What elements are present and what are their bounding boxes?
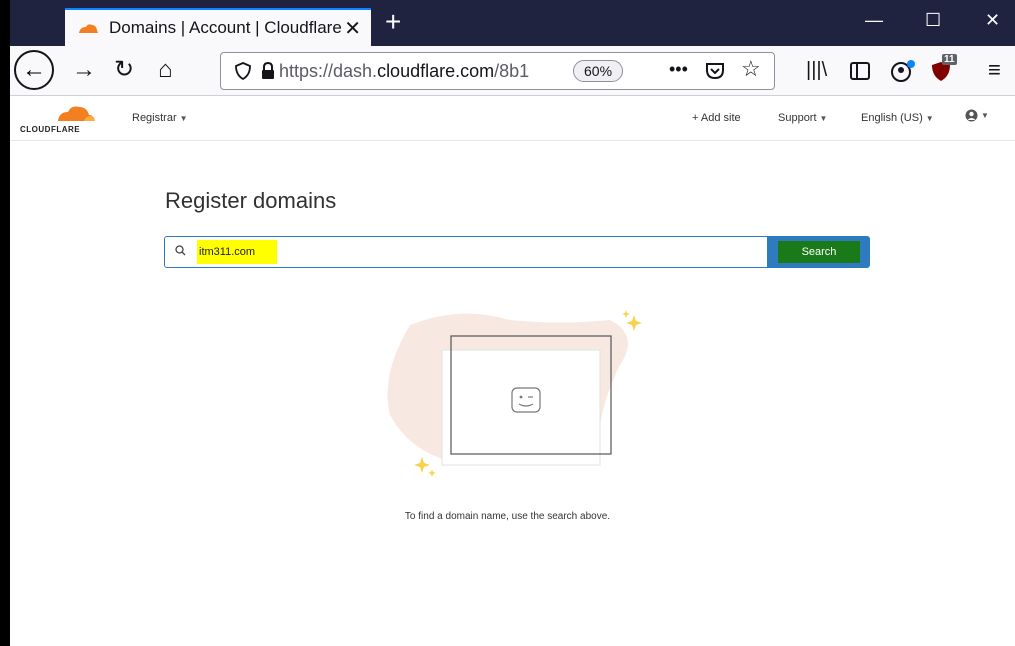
ublock-button[interactable]: 11 — [930, 54, 957, 87]
user-icon — [965, 109, 978, 122]
registrar-menu[interactable]: Registrar ▼ — [132, 112, 188, 124]
tab-active[interactable]: Domains | Account | Cloudflare ✕ — [65, 8, 371, 46]
close-window-button[interactable]: ✕ — [985, 10, 1000, 31]
account-icon[interactable] — [890, 59, 916, 83]
back-button[interactable]: ← — [14, 50, 54, 90]
chevron-down-icon: ▼ — [925, 114, 934, 123]
minimize-button[interactable]: — — [865, 10, 883, 31]
search-icon — [175, 245, 189, 259]
search-input-value: itm311.com — [197, 240, 278, 264]
lock-icon[interactable] — [261, 62, 275, 80]
ublock-badge: 11 — [942, 54, 957, 65]
cloudflare-favicon-icon — [79, 24, 98, 33]
home-button[interactable]: ⌂ — [158, 56, 173, 84]
empty-state-message: To find a domain name, use the search ab… — [404, 511, 611, 522]
empty-state-illustration — [387, 310, 642, 477]
cloudflare-header: CLOUDFLARE Registrar ▼ + Add site Support… — [10, 97, 1015, 141]
domain-search-input[interactable]: itm311.com — [165, 237, 768, 267]
cloudflare-cloud-icon — [58, 106, 95, 121]
page-title: Register domains — [165, 188, 337, 213]
chevron-down-icon: ▼ — [819, 114, 828, 123]
pocket-icon[interactable] — [705, 62, 725, 80]
star-icon[interactable]: ☆ — [741, 55, 761, 83]
user-menu[interactable]: ▼ — [965, 109, 989, 122]
tab-close-icon[interactable]: ✕ — [344, 16, 361, 41]
add-site-button[interactable]: + Add site — [692, 112, 741, 124]
back-icon: ← — [22, 56, 46, 83]
more-icon[interactable]: ••• — [669, 55, 688, 83]
new-tab-button[interactable]: + — [385, 6, 401, 38]
maximize-button[interactable]: ☐ — [925, 10, 941, 31]
menu-icon[interactable]: ≡ — [988, 56, 1001, 84]
language-menu[interactable]: English (US) ▼ — [861, 112, 934, 124]
search-button[interactable]: Search — [778, 241, 860, 263]
navigation-toolbar: ← → ↻ ⌂ https://dash.cloudflare.com/8b1 … — [10, 46, 1015, 96]
tab-title: Domains | Account | Cloudflare — [109, 18, 342, 37]
back-card — [441, 349, 601, 466]
forward-button[interactable]: → — [72, 56, 96, 84]
browser-window: Domains | Account | Cloudflare ✕ + — ☐ ✕… — [0, 0, 1015, 646]
window-left-border — [0, 0, 10, 646]
cloudflare-logo[interactable]: CLOUDFLARE — [20, 101, 108, 137]
logo-text: CLOUDFLARE — [20, 125, 81, 134]
url-text[interactable]: https://dash.cloudflare.com/8b1 — [279, 61, 549, 82]
domain-search-form: itm311.com Search — [164, 236, 870, 268]
search-button-area: Search — [767, 237, 869, 267]
url-bar[interactable]: https://dash.cloudflare.com/8b1 60% ••• … — [220, 52, 775, 90]
chevron-down-icon: ▼ — [981, 111, 989, 121]
reload-button[interactable]: ↻ — [114, 56, 134, 84]
support-menu[interactable]: Support ▼ — [778, 112, 827, 124]
tab-strip: Domains | Account | Cloudflare ✕ + — ☐ ✕ — [10, 0, 1015, 46]
sidebar-icon[interactable] — [850, 62, 870, 80]
library-icon[interactable]: |||\ — [806, 56, 827, 84]
zoom-level-badge[interactable]: 60% — [573, 60, 624, 82]
chevron-down-icon: ▼ — [179, 114, 188, 123]
shield-icon[interactable] — [235, 62, 251, 80]
